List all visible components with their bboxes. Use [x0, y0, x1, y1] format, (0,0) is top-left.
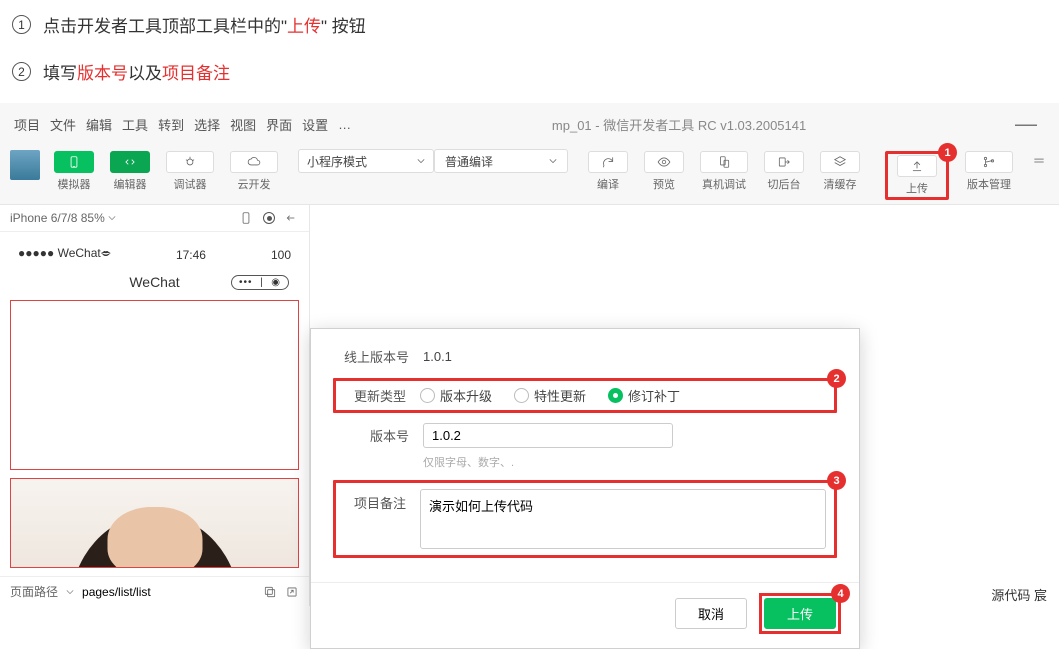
menu-edit[interactable]: 编辑 — [86, 115, 112, 134]
instruction-step-2: 2 填写版本号以及项目备注 — [0, 53, 1059, 90]
version-hint: 仅限字母、数字、. — [423, 454, 837, 470]
menu-file[interactable]: 文件 — [50, 115, 76, 134]
update-type-label: 更新类型 — [344, 386, 406, 405]
compile-mode-select[interactable]: 普通编译 — [434, 149, 568, 173]
editor-button[interactable]: 编辑器 — [102, 151, 158, 192]
refresh-icon — [588, 151, 628, 173]
branch-icon — [965, 151, 1013, 173]
cloud-icon — [230, 151, 278, 173]
radio-patch[interactable]: 修订补丁 — [608, 386, 680, 405]
compile-button[interactable]: 编译 — [580, 151, 636, 192]
remark-input[interactable] — [420, 489, 826, 549]
menu-project[interactable]: 项目 — [14, 115, 40, 134]
submit-button[interactable]: 上传 — [764, 598, 836, 629]
online-version-label: 线上版本号 — [333, 347, 409, 366]
avatar[interactable] — [10, 150, 40, 180]
simulator-pane: iPhone 6/7/8 85% ●●●●● WeChat🗢 17:46 100… — [0, 205, 310, 606]
preview-button[interactable]: 预览 — [636, 151, 692, 192]
attribution: 源代码 宸 — [991, 585, 1047, 604]
record-icon[interactable] — [263, 212, 275, 224]
upload-highlight: 1 上传 — [885, 151, 949, 200]
mode-select[interactable]: 小程序模式 — [298, 149, 434, 173]
clear-cache-button[interactable]: 清缓存 — [812, 151, 868, 192]
menu-bar: 项目 文件 编辑 工具 转到 选择 视图 界面 设置 … mp_01 - 微信开… — [0, 103, 1059, 145]
menu-setting[interactable]: 设置 — [302, 115, 328, 134]
menu-more[interactable]: … — [338, 117, 351, 132]
more-button[interactable] — [1021, 151, 1049, 188]
submit-highlight: 4 上传 — [759, 593, 841, 634]
copy-icon[interactable] — [263, 585, 277, 599]
phone-titlebar: WeChat ••• | ◉ — [10, 268, 299, 300]
version-input[interactable] — [423, 423, 673, 448]
bug-icon — [166, 151, 214, 173]
device-icon — [54, 151, 94, 173]
window-title: mp_01 - 微信开发者工具 RC v1.03.2005141 — [361, 115, 997, 134]
menu-goto[interactable]: 转到 — [158, 115, 184, 134]
radio-feature[interactable]: 特性更新 — [514, 386, 586, 405]
minimize-icon[interactable]: — — [1007, 111, 1045, 137]
remote-icon — [700, 151, 748, 173]
popup-icon[interactable] — [285, 585, 299, 599]
instruction-step-1: 1 点击开发者工具顶部工具栏中的"上传" 按钮 — [0, 6, 1059, 43]
radio-upgrade[interactable]: 版本升级 — [420, 386, 492, 405]
exit-icon — [764, 151, 804, 173]
device-select[interactable]: iPhone 6/7/8 85% — [10, 211, 116, 225]
upload-modal: 线上版本号 1.0.1 2 更新类型 版本升级 特性更新 修订补丁 版本号 仅限… — [310, 328, 860, 649]
remark-label: 项目备注 — [344, 489, 406, 512]
chevron-down-icon — [417, 157, 425, 165]
code-icon — [110, 151, 150, 173]
phone-statusbar: ●●●●● WeChat🗢 17:46 100 — [10, 242, 299, 268]
version-button[interactable]: 版本管理 — [957, 151, 1021, 192]
preview-placeholder — [10, 300, 299, 470]
eye-icon — [644, 151, 684, 173]
route-input[interactable] — [82, 585, 255, 599]
menu-tool[interactable]: 工具 — [122, 115, 148, 134]
route-label: 页面路径 — [10, 583, 58, 600]
cloud-button[interactable]: 云开发 — [222, 151, 286, 192]
chevron-down-icon — [549, 157, 557, 165]
preview-face — [10, 478, 299, 568]
upload-button[interactable]: 上传 — [889, 155, 945, 196]
update-type-highlight: 2 更新类型 版本升级 特性更新 修订补丁 — [333, 378, 837, 413]
debugger-button[interactable]: 调试器 — [158, 151, 222, 192]
details-icon — [1029, 151, 1049, 173]
simulator-button[interactable]: 模拟器 — [46, 151, 102, 192]
device-icon[interactable] — [239, 211, 253, 225]
menu-ui[interactable]: 界面 — [266, 115, 292, 134]
remark-highlight: 3 项目备注 — [333, 480, 837, 558]
chevron-down-icon — [66, 588, 74, 596]
background-button[interactable]: 切后台 — [756, 151, 812, 192]
toolbar: 模拟器 编辑器 调试器 云开发 小程序模式 — [0, 145, 1059, 205]
share-icon[interactable] — [285, 211, 299, 225]
remote-debug-button[interactable]: 真机调试 — [692, 151, 756, 192]
menu-select[interactable]: 选择 — [194, 115, 220, 134]
layers-icon — [820, 151, 860, 173]
menu-view[interactable]: 视图 — [230, 115, 256, 134]
capsule-button[interactable]: ••• | ◉ — [231, 275, 289, 290]
version-label: 版本号 — [333, 426, 409, 445]
cancel-button[interactable]: 取消 — [675, 598, 747, 629]
upload-icon — [897, 155, 937, 177]
online-version-value: 1.0.1 — [423, 349, 452, 364]
